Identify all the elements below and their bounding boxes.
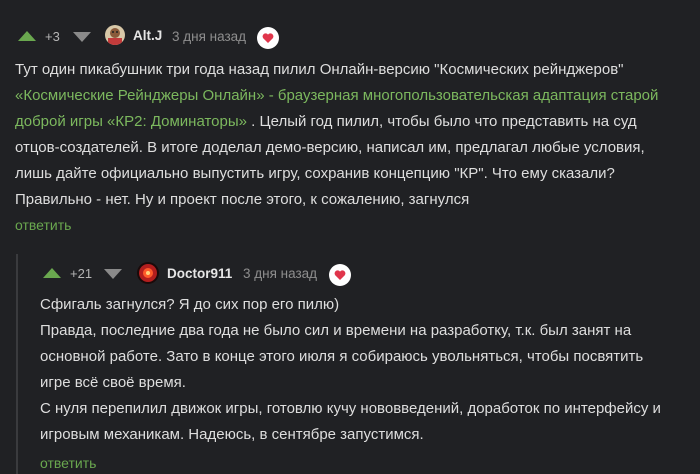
comment-rating: +3 (45, 29, 60, 44)
reply-button[interactable]: ответить (15, 217, 71, 233)
comment-text-line: основной работе. Зато в конце этого июля… (40, 348, 644, 365)
comment-text-line: С нуля перепилил движок игры, готовлю ку… (40, 400, 661, 417)
comment-date[interactable]: 3 дня назад (243, 266, 317, 281)
comment-text-line: доброй игры «КР2: Доминаторы» . Целый го… (15, 109, 637, 135)
thread-line[interactable] (16, 254, 18, 474)
comment-date[interactable]: 3 дня назад (172, 29, 246, 44)
upvote-icon[interactable] (43, 268, 61, 278)
comment-link[interactable]: «Космические Рейнджеры Онлайн» - браузер… (15, 83, 658, 109)
comment-author[interactable]: Alt.J (133, 28, 162, 43)
avatar[interactable] (105, 25, 125, 45)
comment-text-line: Тут один пикабушник три года назад пилил… (15, 61, 624, 78)
comment-text-line: игре всё своё время. (40, 374, 186, 391)
comment-text-line: Правильно - нет. Ну и проект после этого… (15, 191, 470, 208)
comment-text-line: Правда, последние два года не было сил и… (40, 322, 632, 339)
avatar[interactable] (137, 262, 159, 284)
comment-text-line: лишь дайте официально выпустить игру, со… (15, 165, 615, 182)
comment-text-line: отцов-создателей. В итоге доделал демо-в… (15, 139, 645, 156)
downvote-icon[interactable] (73, 32, 91, 42)
comment-rating: +21 (70, 266, 93, 281)
heart-icon[interactable] (257, 27, 279, 49)
comment-author[interactable]: Doctor911 (167, 266, 232, 281)
comment-text-line: игровым механикам. Надеюсь, в сентябре з… (40, 426, 424, 443)
upvote-icon[interactable] (18, 31, 36, 41)
comment-text-fragment: . Целый год пилил, чтобы было что предст… (247, 113, 637, 130)
downvote-icon[interactable] (104, 269, 122, 279)
reply-button[interactable]: ответить (40, 455, 96, 471)
comment-text-line: Сфигаль загнулся? Я до сих пор его пилю) (40, 296, 340, 313)
heart-icon[interactable] (329, 264, 351, 286)
comment-link[interactable]: доброй игры «КР2: Доминаторы» (15, 113, 247, 130)
